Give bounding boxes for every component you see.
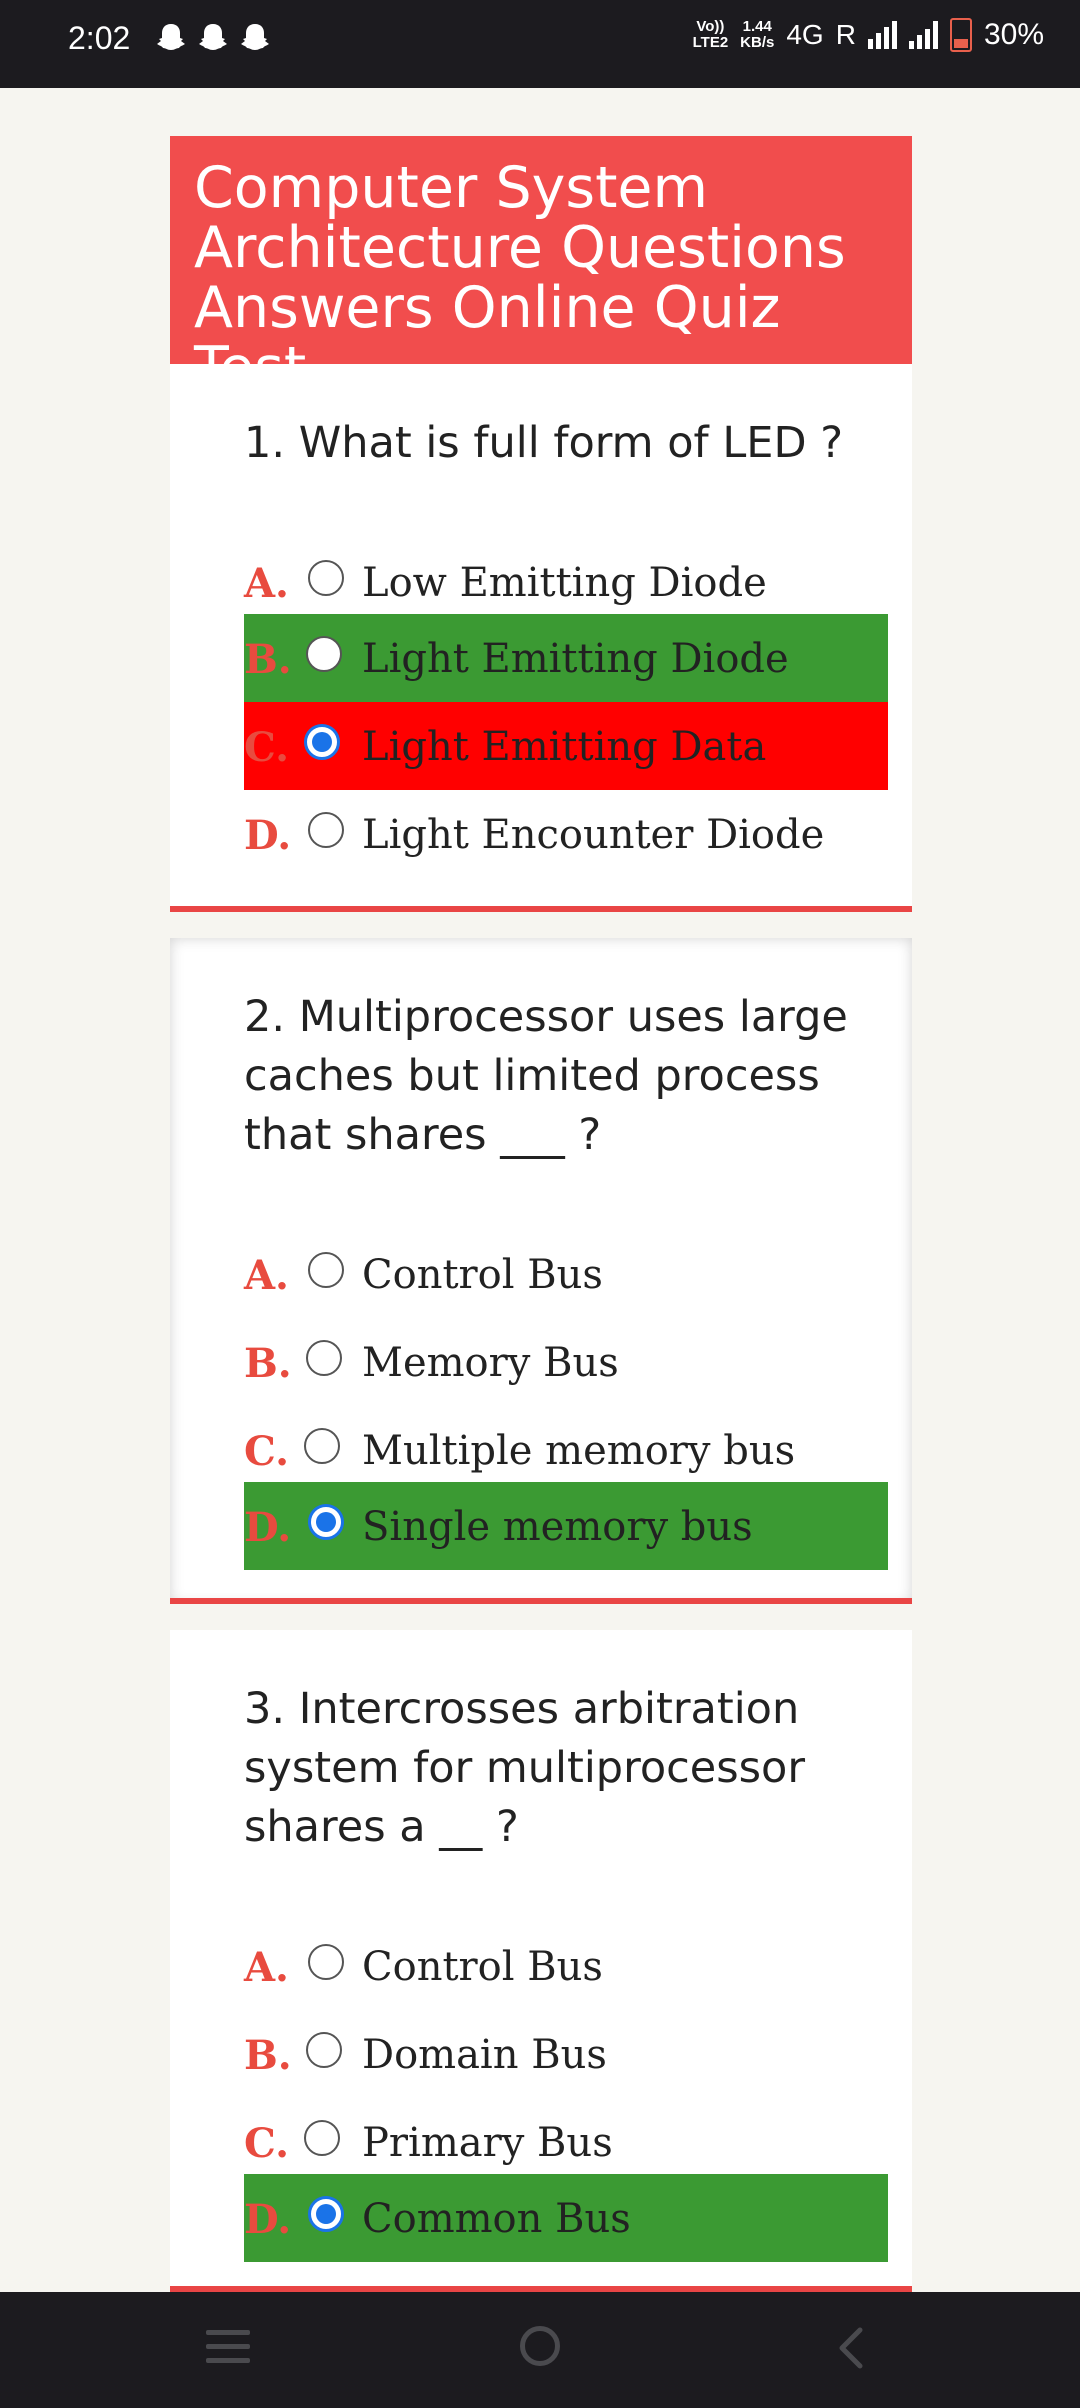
question-card: 3. Intercrosses arbitration system for m… <box>170 1630 912 2292</box>
option-b[interactable]: B. Memory Bus <box>244 1318 888 1406</box>
option-a[interactable]: A. Low Emitting Diode <box>244 538 888 626</box>
option-d[interactable]: D. Common Bus <box>244 2174 888 2262</box>
radio-button[interactable] <box>304 2120 340 2156</box>
radio-button[interactable] <box>308 1252 344 1288</box>
status-bar: 2:02 Vo)) LTE2 1.44 KB/s 4G R 30% <box>0 0 1080 88</box>
navigation-bar <box>0 2292 1080 2408</box>
option-text: Light Emitting Diode <box>362 636 789 682</box>
radio-button[interactable] <box>306 1340 342 1376</box>
question-text: 3. Intercrosses arbitration system for m… <box>244 1684 806 1852</box>
radio-button[interactable] <box>304 1428 340 1464</box>
status-indicators: Vo)) LTE2 1.44 KB/s 4G R 30% <box>693 18 1044 52</box>
radio-button[interactable] <box>306 2032 342 2068</box>
radio-button[interactable] <box>308 812 344 848</box>
roaming-indicator: R <box>835 19 856 50</box>
radio-button-checked[interactable] <box>304 724 340 760</box>
volte-indicator: Vo)) LTE2 <box>692 18 729 51</box>
network-speed: 1.44 KB/s <box>740 18 775 51</box>
radio-button[interactable] <box>308 1944 344 1980</box>
battery-percent: 30% <box>983 18 1044 51</box>
notification-icons <box>155 22 271 56</box>
radio-button[interactable] <box>308 560 344 596</box>
signal-icon <box>908 21 938 49</box>
question-text: 1. What is full form of LED ? <box>244 418 844 468</box>
option-letter: B. <box>244 2032 292 2079</box>
option-text: Control Bus <box>362 1944 603 1990</box>
option-text: Light Emitting Data <box>362 724 767 770</box>
option-c[interactable]: C. Multiple memory bus <box>244 1406 888 1494</box>
option-d[interactable]: D. Light Encounter Diode <box>244 790 888 878</box>
option-text: Single memory bus <box>362 1504 753 1550</box>
battery-icon <box>949 18 972 52</box>
option-d[interactable]: D. Single memory bus <box>244 1482 888 1570</box>
option-letter: C. <box>244 1428 290 1475</box>
back-icon[interactable] <box>836 2326 864 2370</box>
radio-button-checked[interactable] <box>308 2196 344 2232</box>
radio-button-checked[interactable] <box>308 1504 344 1540</box>
quiz-title: Computer System Architecture Questions A… <box>170 136 912 398</box>
option-a[interactable]: A. Control Bus <box>244 1230 888 1318</box>
card-divider <box>170 906 912 912</box>
option-letter: D. <box>244 1504 292 1551</box>
question-text: 2. Multiprocessor uses large caches but … <box>244 992 848 1160</box>
option-b[interactable]: B. Light Emitting Diode <box>244 614 888 702</box>
home-icon[interactable] <box>520 2326 560 2366</box>
option-letter: A. <box>244 1252 289 1299</box>
option-text: Domain Bus <box>362 2032 607 2078</box>
option-letter: C. <box>244 724 290 771</box>
option-letter: A. <box>244 1944 289 1991</box>
card-divider <box>170 1598 912 1604</box>
option-letter: B. <box>244 636 292 683</box>
signal-icon <box>867 21 897 49</box>
snapchat-icon <box>199 24 227 50</box>
network-type: 4G <box>786 19 824 50</box>
option-letter: D. <box>244 2196 292 2243</box>
snapchat-icon <box>157 24 185 50</box>
option-text: Control Bus <box>362 1252 603 1298</box>
option-letter: B. <box>244 1340 292 1387</box>
radio-button[interactable] <box>306 636 342 672</box>
status-time: 2:02 <box>68 20 131 56</box>
recent-apps-icon[interactable] <box>206 2330 250 2372</box>
option-c[interactable]: C. Light Emitting Data <box>244 702 888 790</box>
snapchat-icon <box>241 24 269 50</box>
option-text: Common Bus <box>362 2196 631 2242</box>
option-text: Multiple memory bus <box>362 1428 796 1474</box>
option-letter: C. <box>244 2120 290 2167</box>
question-card: 1. What is full form of LED ? A. Low Emi… <box>170 364 912 912</box>
option-c[interactable]: C. Primary Bus <box>244 2098 888 2186</box>
option-text: Memory Bus <box>362 1340 619 1386</box>
option-letter: D. <box>244 812 292 859</box>
option-b[interactable]: B. Domain Bus <box>244 2010 888 2098</box>
option-text: Low Emitting Diode <box>362 560 767 606</box>
question-card: 2. Multiprocessor uses large caches but … <box>170 938 912 1604</box>
option-text: Primary Bus <box>362 2120 613 2166</box>
option-letter: A. <box>244 560 289 607</box>
option-a[interactable]: A. Control Bus <box>244 1922 888 2010</box>
option-text: Light Encounter Diode <box>362 812 825 858</box>
